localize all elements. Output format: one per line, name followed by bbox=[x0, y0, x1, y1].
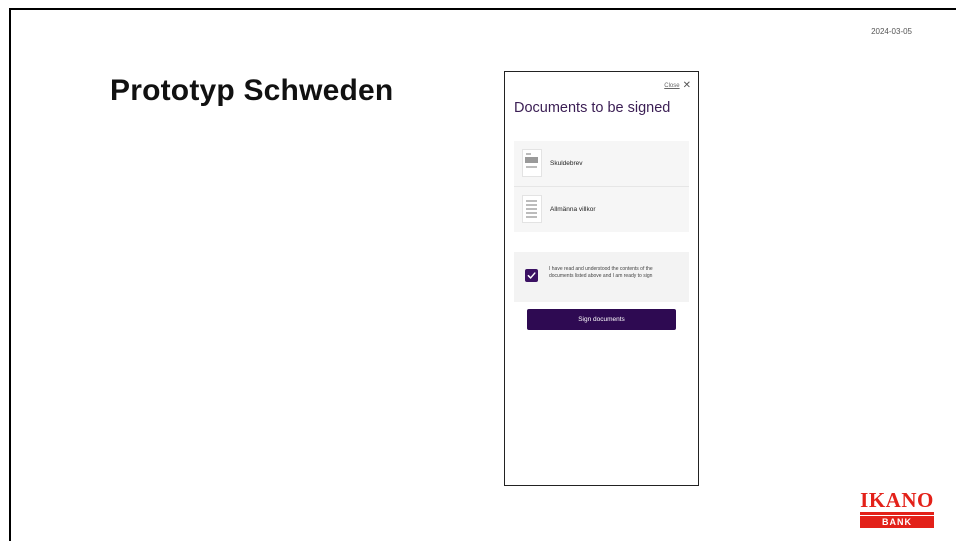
close-control[interactable]: Close ✕ bbox=[664, 81, 691, 91]
document-name: Skuldebrev bbox=[550, 160, 583, 167]
document-thumbnail-icon bbox=[522, 149, 542, 177]
checkmark-icon bbox=[527, 272, 536, 279]
document-item[interactable]: Skuldebrev bbox=[514, 141, 689, 187]
consent-text: I have read and understood the contents … bbox=[549, 266, 653, 279]
logo-bank: BANK bbox=[860, 516, 934, 528]
consent-checkbox[interactable] bbox=[525, 269, 538, 282]
phone-mockup: Close ✕ Documents to be signed Skuldebre… bbox=[504, 71, 699, 486]
logo-word: IKANO bbox=[860, 488, 934, 512]
slide-title: Prototyp Schweden bbox=[110, 74, 394, 107]
sign-documents-button[interactable]: Sign documents bbox=[527, 309, 676, 330]
modal-title: Documents to be signed bbox=[514, 100, 671, 116]
slide-date: 2024-03-05 bbox=[871, 27, 912, 36]
document-thumbnail-icon bbox=[522, 195, 542, 223]
logo-bar bbox=[860, 512, 934, 515]
document-item[interactable]: Allmänna villkor bbox=[514, 187, 689, 232]
close-link[interactable]: Close bbox=[664, 83, 679, 89]
document-name: Allmänna villkor bbox=[550, 206, 596, 213]
ikano-bank-logo: IKANO BANK bbox=[860, 490, 934, 528]
document-list: Skuldebrev Allmänna villkor bbox=[514, 141, 689, 232]
consent-section: I have read and understood the contents … bbox=[514, 252, 689, 302]
close-icon[interactable]: ✕ bbox=[683, 81, 691, 91]
